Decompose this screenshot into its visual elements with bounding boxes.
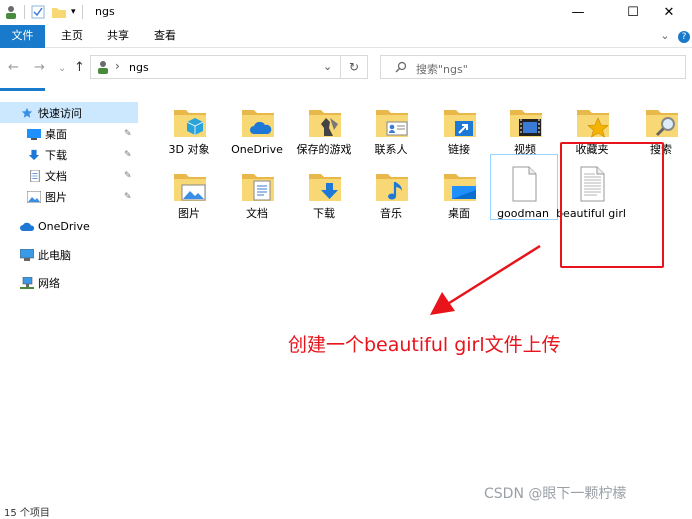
status-bar-item-count: 15 个项目 xyxy=(4,508,50,519)
annotation-arrow xyxy=(430,244,541,315)
annotation-text: 创建一个beautiful girl文件上传 xyxy=(288,334,561,356)
watermark: CSDN @眼下一颗柠檬 xyxy=(484,486,627,502)
